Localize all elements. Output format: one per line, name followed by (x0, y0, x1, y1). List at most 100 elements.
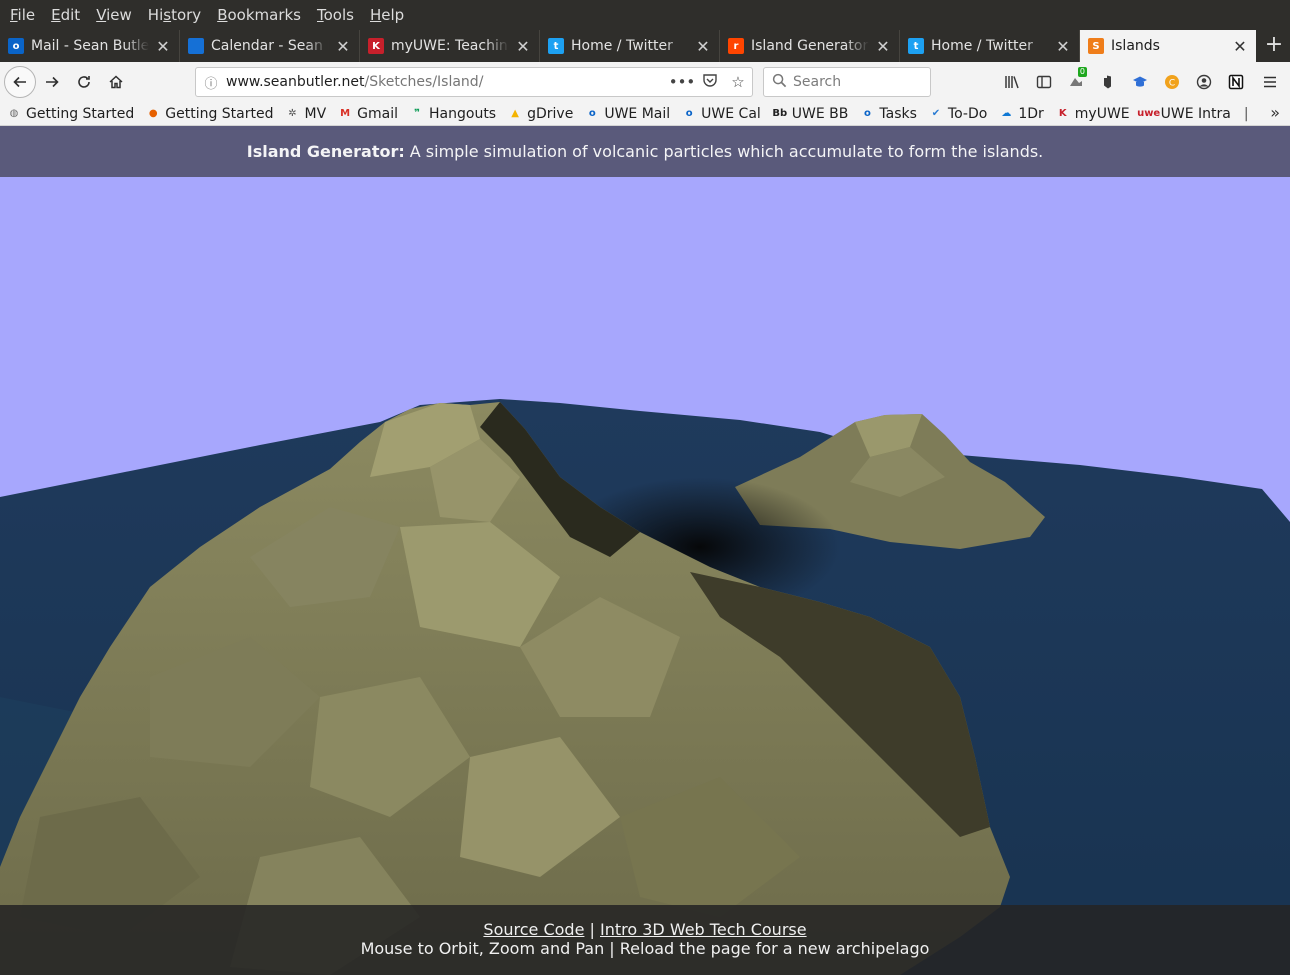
menu-tools[interactable]: Tools (309, 0, 362, 30)
tab-close-icon[interactable]: ✕ (695, 37, 711, 56)
bookmark-label: Getting Started (165, 105, 274, 122)
twitter-icon: t (908, 38, 924, 54)
menu-history[interactable]: History (140, 0, 209, 30)
bookmark-item[interactable]: ❞ Hangouts (409, 106, 496, 122)
tab-title: Home / Twitter (571, 38, 673, 54)
account-icon[interactable] (1188, 70, 1220, 94)
menu-file[interactable]: File (2, 0, 43, 30)
coupon-icon[interactable]: C (1156, 70, 1188, 94)
bookmark-item[interactable]: ▲ gDrive (507, 106, 573, 122)
new-tab-button[interactable]: + (1258, 30, 1290, 62)
bookmark-star-icon[interactable]: ☆ (724, 73, 752, 91)
url-text[interactable]: www.seanbutler.net/Sketches/Island/ (226, 74, 668, 90)
outlook-icon: o (588, 108, 596, 119)
search-field[interactable]: Search (763, 67, 931, 97)
bookmark-label: To-Do (947, 105, 988, 122)
island-3d-canvas[interactable] (0, 177, 1290, 975)
gear-icon: ✲ (288, 108, 297, 119)
bookmark-item[interactable]: o UWE Cal (681, 106, 761, 122)
intro-course-link[interactable]: Intro 3D Web Tech Course (600, 920, 807, 939)
hangouts-icon: ❞ (414, 108, 420, 119)
bookmark-label: gDrive (527, 105, 574, 122)
tab-1[interactable]: o Mail - Sean Butler ✕ (0, 30, 180, 62)
tab-close-icon[interactable]: ✕ (1232, 37, 1248, 56)
url-bar[interactable]: ⓘ www.seanbutler.net/Sketches/Island/ ••… (195, 67, 753, 97)
bookmark-item[interactable]: ☁ 1Dr (998, 106, 1043, 122)
menu-edit[interactable]: Edit (43, 0, 88, 30)
hamburger-icon (1264, 76, 1276, 88)
arrow-right-icon (46, 76, 59, 88)
tab-close-icon[interactable]: ✕ (155, 37, 171, 56)
globe-icon: ◍ (9, 108, 19, 119)
site-info-icon[interactable]: ⓘ (196, 73, 226, 92)
bookmarks-separator: | (1243, 105, 1249, 122)
page-title: Island Generator: (246, 142, 405, 161)
bookmark-label: Getting Started (26, 105, 135, 122)
bookmark-item[interactable]: KmyUWE (1055, 106, 1130, 122)
graduation-cap-icon[interactable] (1124, 70, 1156, 94)
tab-strip: oMail - Sean Butler✕Calendar - Sean Butl… (0, 30, 1290, 62)
search-icon (772, 73, 787, 92)
menu-help[interactable]: Help (362, 0, 412, 30)
tab-6[interactable]: t Home / Twitter ✕ (900, 30, 1080, 62)
bookmark-item[interactable]: Bb UWE BB (772, 106, 848, 122)
reload-button[interactable] (68, 66, 100, 98)
bookmarks-overflow-icon[interactable]: » (1270, 103, 1280, 122)
toolbar-icons: 0 C (996, 67, 1252, 94)
bookmark-label: Gmail (357, 105, 399, 122)
home-button[interactable] (100, 66, 132, 98)
bookmark-item[interactable]: ◍ Getting Started (6, 105, 135, 122)
tab-close-icon[interactable]: ✕ (875, 37, 891, 56)
menu-button[interactable] (1254, 66, 1286, 98)
tab-title: Calendar - Sean Butler (211, 38, 329, 54)
tab-title: Mail - Sean Butler (31, 38, 149, 54)
tab-title: Island Generator (751, 38, 869, 54)
uwe-icon: K (1058, 108, 1067, 119)
bookmark-item[interactable]: ✔ To-Do (928, 105, 988, 122)
source-code-link[interactable]: Source Code (483, 920, 584, 939)
library-icon[interactable] (996, 70, 1028, 94)
footer-instructions: Mouse to Orbit, Zoom and Pan | Reload th… (360, 939, 930, 958)
arrow-left-icon (13, 76, 26, 88)
bookmark-label: 1Dr (1018, 105, 1044, 122)
tab-title: Home / Twitter (931, 38, 1033, 54)
outlook-calendar-icon (188, 38, 204, 54)
island-scene (0, 177, 1290, 975)
tab-4[interactable]: t Home / Twitter ✕ (540, 30, 720, 62)
tab-5[interactable]: r Island Generator ✕ (720, 30, 900, 62)
bookmark-item[interactable]: ● Getting Started (145, 105, 274, 122)
bookmark-item[interactable]: o Tasks (859, 106, 917, 122)
pocket-icon[interactable] (696, 72, 724, 92)
navigation-toolbar: ⓘ www.seanbutler.net/Sketches/Island/ ••… (0, 62, 1290, 102)
sketch-icon: S (1088, 38, 1104, 54)
tab-title: myUWE: Teaching (391, 38, 509, 54)
reload-icon (78, 76, 90, 88)
extension-badge: 0 (1077, 67, 1087, 77)
outlook-icon: o (863, 108, 871, 119)
back-button[interactable] (4, 66, 36, 98)
tab-3[interactable]: KmyUWE: Teaching ✕ (360, 30, 540, 62)
tab-close-icon[interactable]: ✕ (1055, 37, 1071, 56)
tab-close-icon[interactable]: ✕ (335, 37, 351, 56)
url-host: www.seanbutler.net (226, 74, 365, 90)
tab-2[interactable]: Calendar - Sean Butler ✕ (180, 30, 360, 62)
bookmark-item[interactable]: o UWE Mail (584, 106, 670, 122)
outlook-icon: o (8, 38, 24, 54)
uwe-icon: K (368, 38, 384, 54)
page-actions-icon[interactable]: ••• (668, 73, 696, 91)
onedrive-icon: ☁ (1001, 108, 1012, 119)
extension-icon[interactable]: 0 (1060, 67, 1092, 94)
tab-close-icon[interactable]: ✕ (515, 37, 531, 56)
bookmark-item[interactable]: M Gmail (337, 106, 398, 122)
sidebar-icon[interactable] (1028, 70, 1060, 94)
drive-icon: ▲ (511, 108, 519, 119)
tab-7[interactable]: S Islands ✕ (1080, 30, 1256, 62)
bookmark-item[interactable]: uwe UWE Intra (1137, 106, 1231, 122)
notion-icon[interactable] (1220, 70, 1252, 94)
menu-view[interactable]: View (88, 0, 140, 30)
forward-button[interactable] (36, 66, 68, 98)
bookmark-item[interactable]: ✲ MV (285, 106, 326, 122)
evernote-icon[interactable] (1092, 70, 1124, 94)
menu-bookmarks[interactable]: Bookmarks (209, 0, 309, 30)
tab-title: Islands (1111, 38, 1160, 54)
